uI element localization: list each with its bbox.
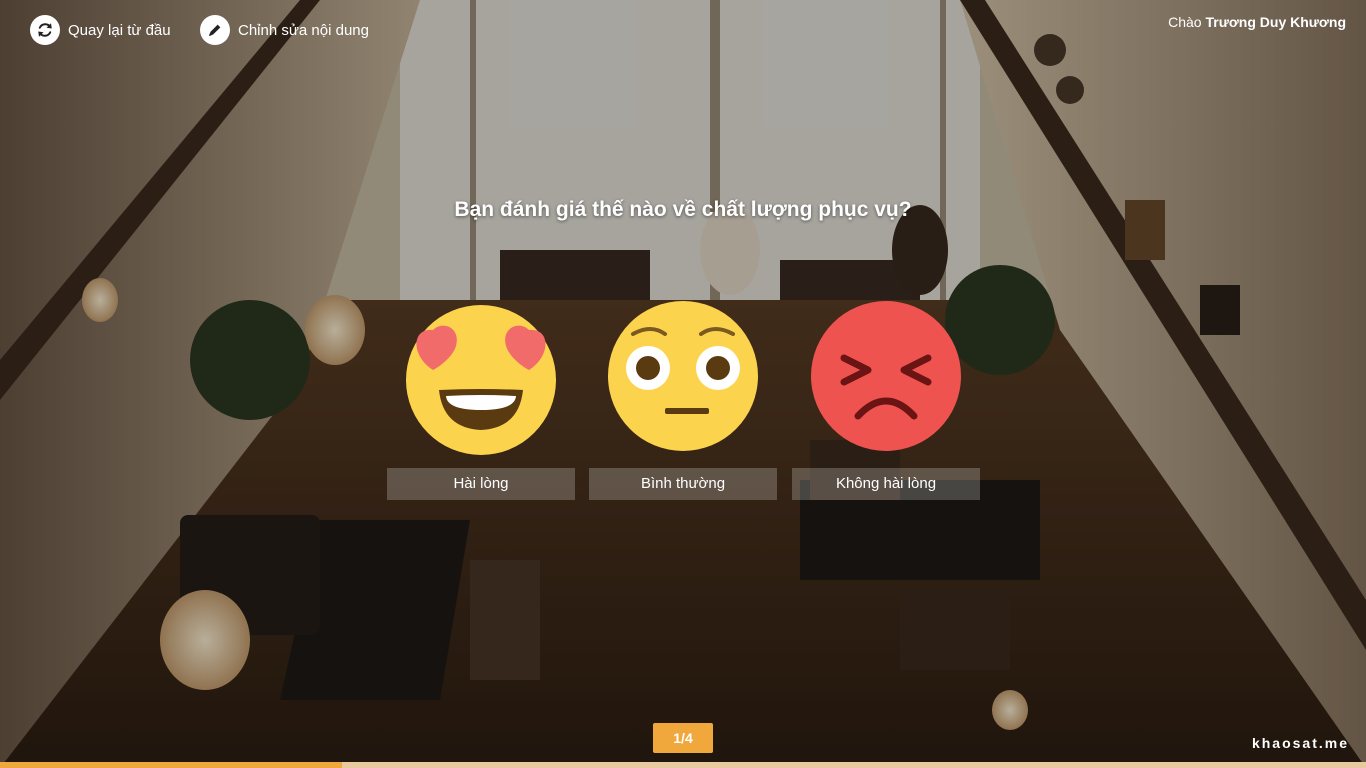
restart-button[interactable]: Quay lại từ đầu: [30, 15, 171, 45]
pencil-icon: [200, 15, 230, 45]
angry-emoji-icon: [811, 301, 961, 451]
progress-bar: [0, 762, 1366, 768]
question-title: Bạn đánh giá thế nào về chất lượng phục …: [454, 198, 912, 221]
refresh-icon: [30, 15, 60, 45]
option-dissatisfied[interactable]: Không hài lòng: [792, 298, 980, 500]
user-greeting: Chào Trương Duy Khương: [1168, 14, 1346, 30]
heart-eyes-emoji-icon: [406, 305, 556, 455]
option-neutral[interactable]: Bình thường: [589, 298, 777, 500]
option-label: Hài lòng: [387, 468, 575, 500]
progress-bar-fill: [0, 762, 342, 768]
edit-content-label: Chỉnh sửa nội dung: [238, 21, 369, 39]
user-name: Trương Duy Khương: [1205, 14, 1346, 30]
option-satisfied[interactable]: Hài lòng: [387, 298, 575, 500]
option-label: Không hài lòng: [792, 468, 980, 500]
page-indicator: 1/4: [653, 723, 713, 753]
greeting-prefix: Chào: [1168, 14, 1202, 30]
option-label: Bình thường: [589, 468, 777, 500]
survey-screen: Quay lại từ đầu Chỉnh sửa nội dung Chào …: [0, 0, 1366, 768]
edit-content-button[interactable]: Chỉnh sửa nội dung: [200, 15, 369, 45]
restart-label: Quay lại từ đầu: [68, 21, 171, 39]
brand-logo-text: khaosat.me: [1251, 735, 1349, 751]
flushed-emoji-icon: [608, 301, 758, 451]
